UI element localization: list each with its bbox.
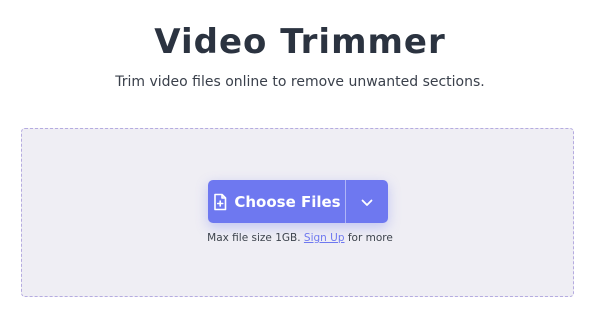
add-file-icon (212, 193, 228, 211)
limit-prefix: Max file size 1GB. (207, 232, 301, 244)
file-size-limit-note: Max file size 1GB. Sign Up for more (0, 231, 600, 245)
upload-options-dropdown-button[interactable] (346, 180, 388, 223)
page-title: Video Trimmer (154, 22, 446, 62)
choose-files-label: Choose Files (234, 192, 341, 211)
upload-button-group: Choose Files (208, 180, 388, 223)
chevron-down-icon (361, 192, 373, 211)
choose-files-button[interactable]: Choose Files (208, 180, 345, 223)
limit-suffix: for more (347, 232, 393, 244)
page-subtitle: Trim video files online to remove unwant… (115, 74, 485, 90)
sign-up-link[interactable]: Sign Up (304, 232, 345, 244)
page: Video Trimmer Trim video files online to… (0, 0, 600, 334)
